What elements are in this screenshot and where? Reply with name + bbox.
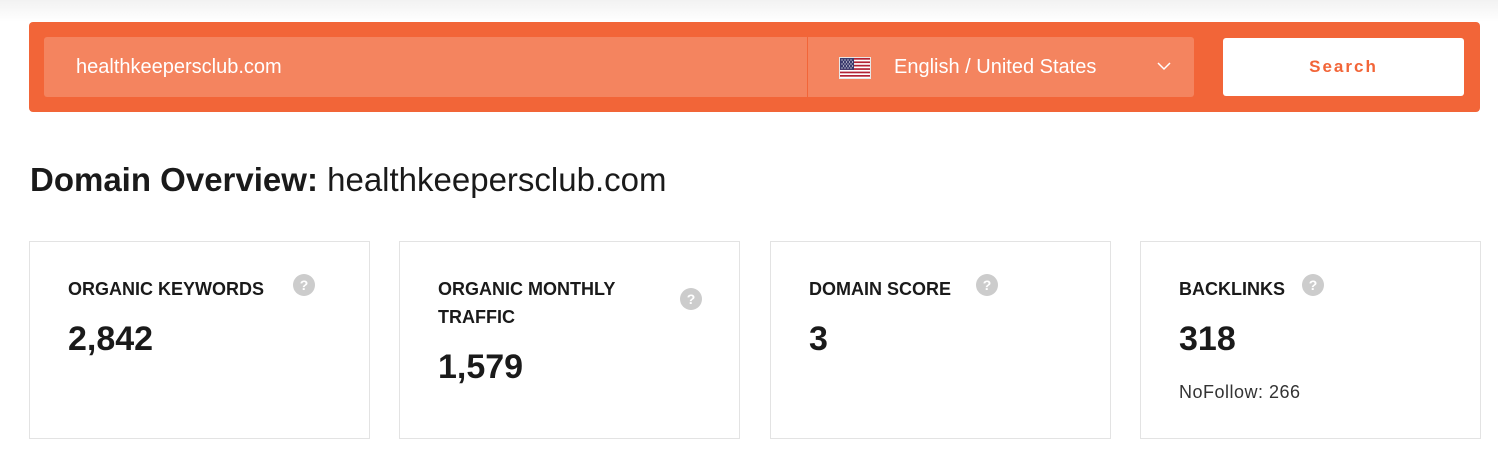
card-label-line1: ORGANIC MONTHLY xyxy=(438,279,616,299)
card-organic-monthly-traffic: ORGANIC MONTHLY TRAFFIC ? 1,579 xyxy=(399,241,740,439)
search-bar: English / United States Search xyxy=(29,22,1480,112)
us-flag-icon xyxy=(839,57,871,79)
card-label: DOMAIN SCORE xyxy=(809,279,952,299)
page-title-label: Domain Overview: xyxy=(30,161,318,198)
card-value: 1,579 xyxy=(438,348,524,386)
help-icon[interactable]: ? xyxy=(1302,274,1324,296)
card-backlinks: BACKLINKS ? 318 NoFollow: 266 xyxy=(1140,241,1481,439)
card-value: 3 xyxy=(809,320,828,358)
chevron-down-icon xyxy=(1157,59,1171,73)
card-label: BACKLINKS xyxy=(1179,279,1285,299)
domain-input[interactable] xyxy=(44,37,807,97)
language-select[interactable]: English / United States xyxy=(808,37,1194,97)
help-icon[interactable]: ? xyxy=(976,274,998,296)
help-icon[interactable]: ? xyxy=(293,274,315,296)
top-fade xyxy=(0,0,1498,22)
card-domain-score: DOMAIN SCORE ? 3 xyxy=(770,241,1111,439)
card-label: ORGANIC KEYWORDS xyxy=(68,279,265,299)
search-button[interactable]: Search xyxy=(1223,38,1464,96)
card-value: 2,842 xyxy=(68,320,154,358)
card-label-line2: TRAFFIC xyxy=(438,307,515,327)
page-title: Domain Overview: healthkeepersclub.com xyxy=(30,161,666,199)
language-label: English / United States xyxy=(894,56,1097,78)
page-title-domain: healthkeepersclub.com xyxy=(327,161,667,198)
nofollow-count: NoFollow: 266 xyxy=(1179,382,1301,402)
card-value: 318 xyxy=(1179,320,1236,358)
help-icon[interactable]: ? xyxy=(680,288,702,310)
card-organic-keywords: ORGANIC KEYWORDS ? 2,842 xyxy=(29,241,370,439)
card-label: ORGANIC MONTHLY TRAFFIC xyxy=(438,275,615,331)
